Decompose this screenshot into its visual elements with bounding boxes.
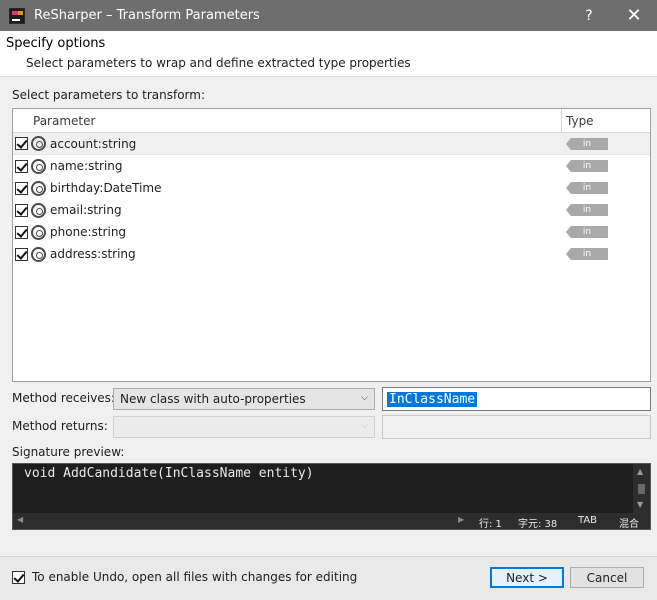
signature-code: void AddCandidate(InClassName entity): [24, 466, 314, 481]
scroll-up-icon[interactable]: ▲: [637, 467, 643, 476]
cancel-button[interactable]: Cancel: [570, 567, 644, 588]
chevron-down-icon: ⌵: [361, 421, 368, 431]
editor-status-bar: ◀ ▶ 行: 1 字元: 38 TAB 混合: [13, 513, 650, 530]
parameter-type-badge: in: [566, 204, 608, 216]
class-name-input[interactable]: InClassName: [382, 387, 651, 411]
help-button[interactable]: ?: [567, 8, 611, 24]
method-receives-value: New class with auto-properties: [120, 392, 306, 406]
parameter-type-badge: in: [566, 248, 608, 260]
parameter-name: name:string: [50, 159, 123, 173]
row-checkbox[interactable]: [15, 247, 28, 261]
resharper-app-icon: [9, 7, 25, 24]
return-class-name-input[interactable]: [382, 415, 651, 439]
row-checkbox[interactable]: [15, 181, 28, 195]
header-title: Specify options: [6, 36, 106, 51]
next-button[interactable]: Next >: [490, 567, 564, 588]
status-char: 字元: 38: [518, 519, 558, 530]
parameter-type-badge: in: [566, 160, 608, 172]
table-row[interactable]: phone:string in: [13, 221, 650, 243]
parameters-label: Select parameters to transform:: [12, 88, 205, 102]
parameter-type-badge: in: [566, 226, 608, 238]
row-checkbox[interactable]: [15, 137, 28, 150]
table-row[interactable]: email:string in: [13, 199, 650, 221]
class-name-value: InClassName: [387, 391, 478, 407]
parameter-name: birthday:DateTime: [50, 181, 162, 195]
next-button-label: Next >: [506, 570, 548, 585]
parameter-name: account:string: [50, 136, 137, 151]
parameter-type-badge: in: [566, 138, 608, 150]
dialog-footer: To enable Undo, open all files with chan…: [0, 556, 657, 600]
undo-checkbox[interactable]: [12, 571, 25, 584]
row-checkbox[interactable]: [15, 203, 28, 217]
scroll-down-icon[interactable]: ▼: [637, 500, 643, 509]
parameter-icon: [31, 136, 46, 151]
method-returns-dropdown[interactable]: ⌵: [113, 416, 375, 438]
parameter-icon: [31, 246, 46, 262]
parameter-name: email:string: [50, 203, 122, 217]
column-header-parameter[interactable]: Parameter: [13, 109, 562, 132]
table-row[interactable]: name:string in: [13, 155, 650, 177]
method-receives-label: Method receives:: [12, 391, 115, 405]
cancel-button-label: Cancel: [586, 570, 628, 585]
parameter-name: phone:string: [50, 225, 127, 239]
table-row[interactable]: account:string in: [13, 133, 650, 155]
undo-label[interactable]: To enable Undo, open all files with chan…: [32, 570, 357, 584]
window-title: ReSharper – Transform Parameters: [34, 8, 260, 23]
parameters-table[interactable]: Parameter Type account:string in name:st…: [12, 108, 651, 382]
method-returns-label: Method returns:: [12, 419, 108, 433]
vertical-scrollbar[interactable]: ▲ ▼: [633, 464, 650, 514]
scroll-right-icon[interactable]: ▶: [458, 515, 464, 524]
parameter-icon: [31, 180, 46, 196]
row-checkbox[interactable]: [15, 159, 28, 173]
row-checkbox[interactable]: [15, 225, 28, 239]
status-line: 行: 1: [479, 519, 502, 530]
method-receives-dropdown[interactable]: New class with auto-properties ⌵: [113, 388, 375, 410]
scroll-thumb[interactable]: [638, 484, 645, 494]
status-tab: TAB: [578, 515, 598, 526]
signature-preview-editor[interactable]: void AddCandidate(InClassName entity) ▲ …: [12, 463, 651, 530]
dialog-header: Specify options Select parameters to wra…: [0, 31, 657, 77]
parameter-type-badge: in: [566, 182, 608, 194]
header-subtitle: Select parameters to wrap and define ext…: [26, 56, 411, 70]
column-header-type[interactable]: Type: [562, 109, 650, 132]
parameter-name: address:string: [50, 247, 136, 261]
parameter-icon: [31, 158, 46, 174]
parameter-icon: [31, 224, 46, 240]
table-header: Parameter Type: [13, 109, 650, 133]
parameter-icon: [31, 202, 46, 218]
chevron-down-icon: ⌵: [361, 393, 368, 403]
signature-preview-label: Signature preview:: [12, 445, 125, 459]
close-button[interactable]: ✕: [611, 5, 657, 26]
table-row[interactable]: address:string in: [13, 243, 650, 265]
status-mode: 混合: [619, 519, 639, 530]
table-row[interactable]: birthday:DateTime in: [13, 177, 650, 199]
scroll-left-icon[interactable]: ◀: [17, 515, 23, 524]
title-bar: ReSharper – Transform Parameters ? ✕: [0, 0, 657, 31]
